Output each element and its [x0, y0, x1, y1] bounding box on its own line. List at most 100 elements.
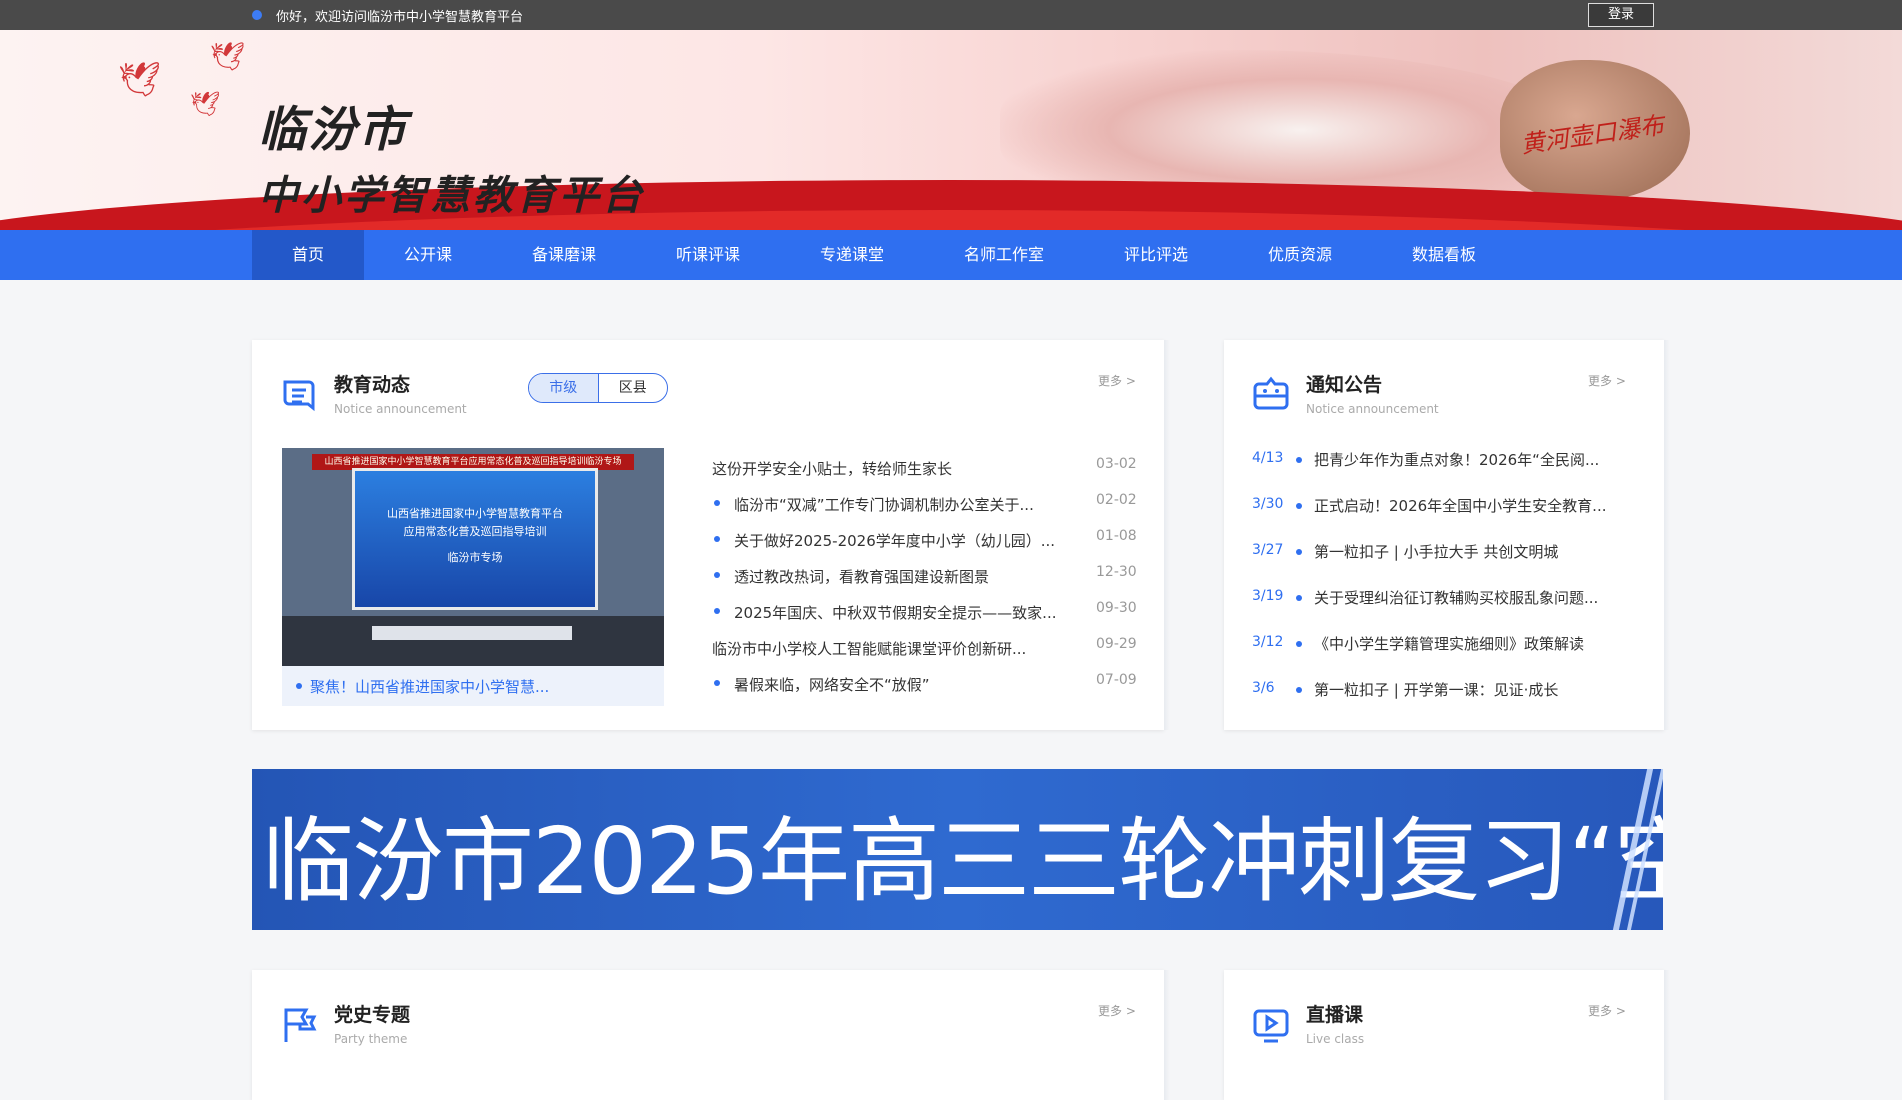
news-bullet-icon: [714, 608, 720, 614]
party-theme-subtitle: Party theme: [334, 1032, 408, 1046]
nav-item-delivery-class[interactable]: 专递课堂: [802, 230, 902, 280]
live-class-card: 直播课 Live class 更多 >: [1224, 970, 1670, 1100]
air-classroom-banner-text: 临汾市2025年高三三轮冲刺复习“空中课堂”: [262, 808, 1663, 915]
card-edge: [1164, 970, 1170, 1100]
news-photo[interactable]: 山西省推进国家中小学智慧教育平台应用常态化普及巡回指导培训临汾专场 山西省推进国…: [282, 448, 664, 666]
news-item-date: 09-30: [1096, 600, 1137, 616]
nav-item-teacher-studio[interactable]: 名师工作室: [946, 230, 1062, 280]
card-edge: [1664, 970, 1670, 1100]
news-item-date: 03-02: [1096, 456, 1137, 472]
notice-bullet-icon: [1296, 549, 1302, 555]
notice-title[interactable]: 正式启动！2026年全国中小学生安全教育...: [1314, 495, 1606, 516]
news-item[interactable]: 2025年国庆、中秋双节假期安全提示——致家... 09-30: [712, 596, 1142, 626]
main-nav: 首页 公开课 备课磨课 听课评课 专递课堂 名师工作室 评比评选 优质资源 数据…: [0, 230, 1902, 280]
nav-item-lesson-review[interactable]: 听课评课: [658, 230, 758, 280]
notice-item[interactable]: 4/13 把青少年作为重点对象！2026年“全民阅...: [1252, 444, 1652, 474]
notice-title[interactable]: 关于受理纠治征订教辅购买校服乱象问题...: [1314, 587, 1598, 608]
dove-icon-3: 🕊: [190, 90, 221, 118]
live-class-subtitle: Live class: [1306, 1032, 1365, 1046]
nav-item-data-board[interactable]: 数据看板: [1394, 230, 1494, 280]
dove-icon-2: 🕊: [210, 40, 246, 73]
news-bullet-icon: [714, 680, 720, 686]
play-screen-icon: [1253, 1009, 1289, 1043]
air-classroom-banner[interactable]: 临汾市2025年高三三轮冲刺复习“空中课堂”: [252, 769, 1663, 930]
toggle-county[interactable]: 区县: [599, 374, 668, 402]
notice-date: 3/27: [1252, 542, 1284, 558]
level-toggle: 市级 区县: [528, 373, 668, 403]
news-doc-icon: [283, 380, 315, 412]
notice-title[interactable]: 《中小学生学籍管理实施细则》政策解读: [1314, 633, 1584, 654]
news-item-title[interactable]: 暑假来临，网络安全不“放假”: [734, 674, 930, 695]
notice-bullet-icon: [1296, 457, 1302, 463]
photo-desk: [372, 626, 572, 640]
news-item[interactable]: 暑假来临，网络安全不“放假” 07-09: [712, 668, 1142, 698]
news-item-title[interactable]: 这份开学安全小贴士，转给师生家长: [712, 458, 952, 479]
site-title-city: 临汾市: [258, 102, 409, 158]
notices-card: 通知公告 Notice announcement 更多 > 4/13 把青少年作…: [1224, 340, 1670, 730]
news-item[interactable]: 临汾市中小学校人工智能赋能课堂评价创新研... 09-29: [712, 632, 1142, 662]
edu-news-title: 教育动态: [334, 374, 411, 396]
notice-date: 3/19: [1252, 588, 1284, 604]
news-item-title[interactable]: 临汾市“双减”工作专门协调机制办公室关于...: [734, 494, 1034, 515]
screen-line-1: 山西省推进国家中小学智慧教育平台: [387, 507, 563, 520]
nav-item-quality-resources[interactable]: 优质资源: [1250, 230, 1350, 280]
nav-item-evaluation[interactable]: 评比评选: [1106, 230, 1206, 280]
photo-caption[interactable]: 聚焦！山西省推进国家中小学智慧...: [282, 666, 664, 706]
news-item-date: 09-29: [1096, 636, 1137, 652]
news-item[interactable]: 关于做好2025-2026学年度中小学（幼儿园）... 01-08: [712, 524, 1142, 554]
notice-item[interactable]: 3/27 第一粒扣子 | 小手拉大手 共创文明城: [1252, 536, 1652, 566]
news-bullet-icon: [714, 500, 720, 506]
card-edge: [1664, 340, 1670, 730]
notice-title[interactable]: 第一粒扣子 | 开学第一课：见证·成长: [1314, 679, 1558, 700]
photo-projector-screen: 山西省推进国家中小学智慧教育平台 应用常态化普及巡回指导培训 临汾市专场: [352, 468, 598, 610]
nav-item-lesson-prep[interactable]: 备课磨课: [514, 230, 614, 280]
notices-title: 通知公告: [1306, 374, 1383, 396]
screen-line-3: 临汾市专场: [447, 551, 503, 564]
caption-bullet-icon: [296, 683, 302, 689]
notice-bullet-icon: [1296, 687, 1302, 693]
nav-item-open-class[interactable]: 公开课: [378, 230, 478, 280]
live-class-more-link[interactable]: 更多 >: [1588, 1002, 1626, 1019]
edu-news-more-link[interactable]: 更多 >: [1098, 372, 1136, 389]
news-item[interactable]: 这份开学安全小贴士，转给师生家长 03-02: [712, 452, 1142, 482]
party-theme-more-link[interactable]: 更多 >: [1098, 1002, 1136, 1019]
news-item-date: 12-30: [1096, 564, 1137, 580]
notice-item[interactable]: 3/19 关于受理纠治征订教辅购买校服乱象问题...: [1252, 582, 1652, 612]
screen-line-2: 应用常态化普及巡回指导培训: [403, 525, 547, 538]
photo-caption-text: 聚焦！山西省推进国家中小学智慧...: [310, 678, 550, 696]
nav-item-home[interactable]: 首页: [252, 230, 364, 280]
news-item-date: 07-09: [1096, 672, 1137, 688]
news-item-date: 01-08: [1096, 528, 1137, 544]
header-banner: 黄河壶口瀑布 🕊 🕊 🕊 临汾市 中小学智慧教育平台: [0, 30, 1902, 230]
notice-item[interactable]: 3/6 第一粒扣子 | 开学第一课：见证·成长: [1252, 674, 1652, 704]
party-theme-title: 党史专题: [334, 1004, 411, 1026]
notice-item[interactable]: 3/30 正式启动！2026年全国中小学生安全教育...: [1252, 490, 1652, 520]
edu-news-subtitle: Notice announcement: [334, 402, 467, 416]
news-item-title[interactable]: 关于做好2025-2026学年度中小学（幼儿园）...: [734, 530, 1055, 551]
notice-chat-icon: [1253, 376, 1289, 410]
news-item-title[interactable]: 临汾市中小学校人工智能赋能课堂评价创新研...: [712, 638, 1026, 659]
notice-title[interactable]: 把青少年作为重点对象！2026年“全民阅...: [1314, 449, 1599, 470]
login-button[interactable]: 登录: [1588, 3, 1654, 27]
welcome-text: 你好，欢迎访问临汾市中小学智慧教育平台: [276, 10, 524, 25]
news-item-title[interactable]: 2025年国庆、中秋双节假期安全提示——致家...: [734, 602, 1056, 623]
notices-more-link[interactable]: 更多 >: [1588, 372, 1626, 389]
notice-date: 3/30: [1252, 496, 1284, 512]
card-edge: [1164, 340, 1170, 730]
notice-item[interactable]: 3/12 《中小学生学籍管理实施细则》政策解读: [1252, 628, 1652, 658]
welcome-dot-icon: [252, 10, 262, 20]
toggle-city[interactable]: 市级: [529, 374, 599, 402]
news-item[interactable]: 临汾市“双减”工作专门协调机制办公室关于... 02-02: [712, 488, 1142, 518]
notice-date: 3/12: [1252, 634, 1284, 650]
dove-icon: 🕊: [118, 60, 162, 100]
news-item-title[interactable]: 透过教改热词，看教育强国建设新图景: [734, 566, 989, 587]
live-class-title: 直播课: [1306, 1004, 1364, 1026]
news-item[interactable]: 透过教改热词，看教育强国建设新图景 12-30: [712, 560, 1142, 590]
notice-date: 3/6: [1252, 680, 1275, 696]
news-bullet-icon: [714, 536, 720, 542]
news-item-date: 02-02: [1096, 492, 1137, 508]
flag-icon: [284, 1008, 317, 1042]
notice-date: 4/13: [1252, 450, 1284, 466]
notice-bullet-icon: [1296, 503, 1302, 509]
notice-title[interactable]: 第一粒扣子 | 小手拉大手 共创文明城: [1314, 541, 1558, 562]
